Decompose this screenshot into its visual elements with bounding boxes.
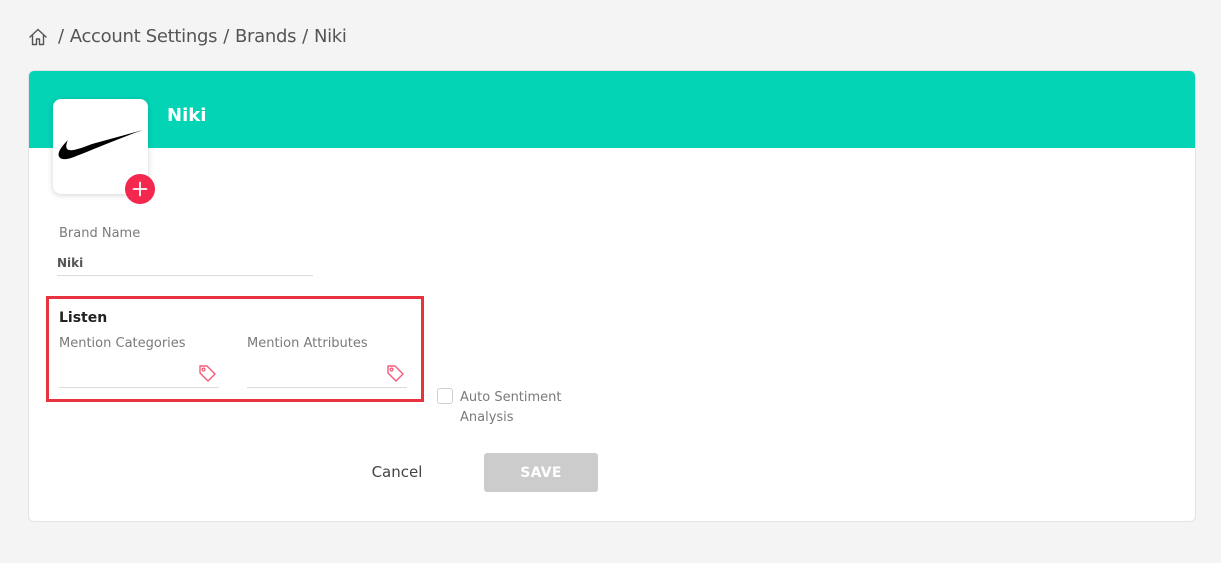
- listen-section-title: Listen: [59, 310, 108, 326]
- mention-categories-field: [59, 361, 219, 388]
- auto-sentiment-checkbox[interactable]: [437, 388, 453, 404]
- swoosh-logo: [58, 130, 143, 160]
- mention-attributes-label: Mention Attributes: [247, 336, 368, 351]
- tag-icon[interactable]: [385, 363, 405, 383]
- mention-categories-input[interactable]: [59, 361, 219, 387]
- breadcrumb-separator: /: [302, 26, 308, 47]
- mention-categories-label: Mention Categories: [59, 336, 186, 351]
- save-button[interactable]: SAVE: [484, 453, 598, 492]
- brand-name-label: Brand Name: [59, 226, 141, 241]
- brand-name-input[interactable]: [57, 251, 313, 276]
- mention-attributes-field: [247, 361, 407, 388]
- breadcrumb-separator: /: [223, 26, 229, 47]
- breadcrumb-current: Niki: [313, 26, 347, 47]
- breadcrumb: / Account Settings / Brands / Niki: [28, 26, 347, 47]
- mention-attributes-input[interactable]: [247, 361, 407, 387]
- tag-icon[interactable]: [197, 363, 217, 383]
- breadcrumb-separator: /: [58, 26, 64, 47]
- home-icon[interactable]: [28, 27, 48, 47]
- brand-settings-card: Niki Brand Name Listen Mention Categorie…: [28, 70, 1196, 522]
- breadcrumb-account-settings[interactable]: Account Settings: [70, 26, 218, 47]
- breadcrumb-brands[interactable]: Brands: [235, 26, 297, 47]
- plus-icon: [132, 181, 148, 197]
- add-logo-button[interactable]: [125, 174, 155, 204]
- auto-sentiment-label: Auto Sentiment Analysis: [460, 390, 562, 425]
- cancel-button[interactable]: Cancel: [367, 460, 427, 484]
- brand-title: Niki: [167, 105, 207, 126]
